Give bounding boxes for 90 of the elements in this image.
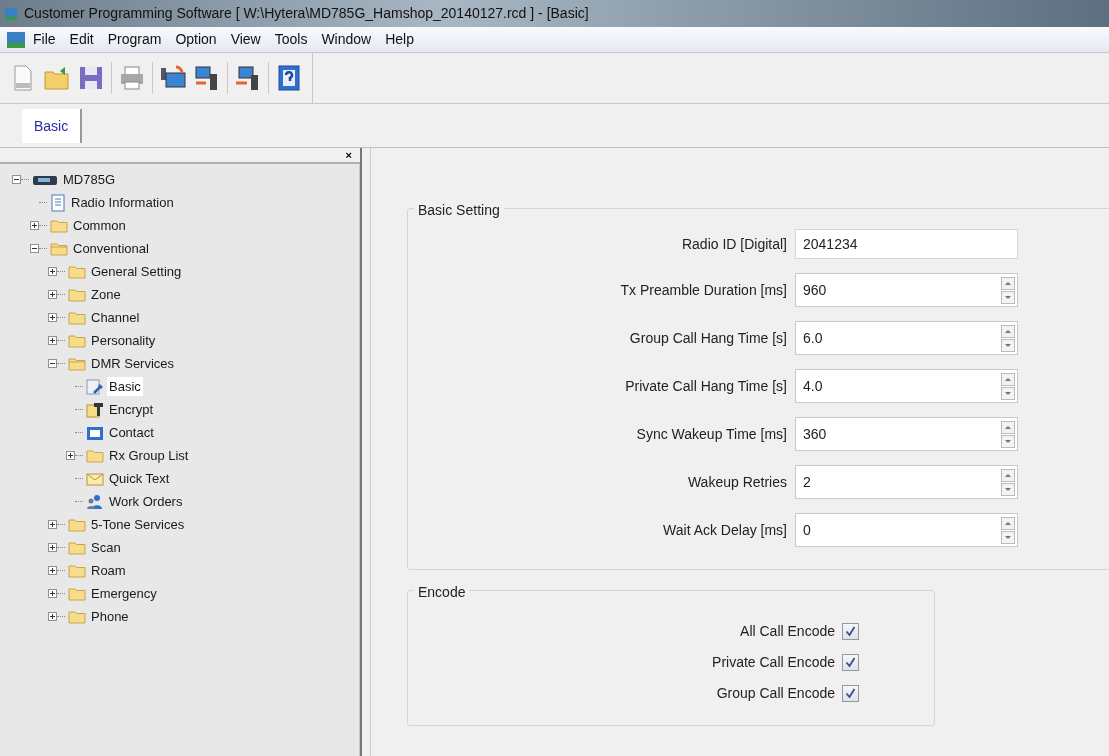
expand-toggle[interactable] bbox=[30, 221, 39, 230]
contact-card-icon bbox=[86, 424, 104, 441]
field-label: Wakeup Retries bbox=[687, 472, 787, 492]
app-icon bbox=[4, 6, 18, 21]
tree-item[interactable]: General Setting bbox=[89, 261, 184, 282]
collapse-toggle[interactable] bbox=[30, 244, 39, 253]
folder-icon bbox=[68, 563, 86, 578]
menu-item[interactable]: View bbox=[223, 29, 268, 50]
expand-toggle[interactable] bbox=[48, 290, 57, 299]
text-field[interactable]: 2041234 bbox=[795, 229, 1018, 259]
checkbox-label: Group Call Encode bbox=[716, 684, 835, 703]
radio-device-icon bbox=[32, 173, 58, 186]
menu-item[interactable]: Help bbox=[378, 29, 421, 50]
tree-item[interactable]: Contact bbox=[107, 422, 156, 443]
field-label: Tx Preamble Duration [ms] bbox=[620, 280, 787, 300]
menu-item[interactable]: File bbox=[26, 29, 63, 50]
tree-item[interactable]: Radio Information bbox=[69, 192, 176, 213]
people-icon bbox=[86, 493, 104, 510]
open-folder-icon bbox=[68, 356, 86, 371]
tree-item[interactable]: Common bbox=[71, 215, 128, 236]
checkbox-label: Private Call Encode bbox=[712, 653, 835, 672]
field-label: Sync Wakeup Time [ms] bbox=[636, 424, 787, 444]
folder-icon bbox=[68, 264, 86, 279]
document-wrench-icon bbox=[86, 378, 104, 395]
tree-item[interactable]: MD785G bbox=[61, 169, 118, 190]
menu-item[interactable]: Program bbox=[100, 29, 169, 50]
spin-box[interactable]: 6.0 bbox=[795, 321, 1018, 355]
collapse-toggle[interactable] bbox=[48, 359, 57, 368]
folder-icon bbox=[68, 310, 86, 325]
field-label: Group Call Hang Time [s] bbox=[629, 328, 787, 348]
tree-item[interactable]: Basic bbox=[107, 376, 143, 397]
spin-box[interactable]: 2 bbox=[795, 465, 1018, 499]
folder-icon bbox=[68, 609, 86, 624]
tree-item[interactable]: Work Orders bbox=[107, 491, 185, 512]
document-tab[interactable]: Basic bbox=[22, 109, 83, 143]
app-icon bbox=[6, 30, 26, 49]
tree-item[interactable]: 5-Tone Services bbox=[89, 514, 187, 535]
tree-item[interactable]: Conventional bbox=[71, 238, 151, 259]
expand-toggle[interactable] bbox=[48, 612, 57, 621]
folder-icon bbox=[50, 218, 68, 233]
expand-toggle[interactable] bbox=[48, 589, 57, 598]
spin-box[interactable]: 960 bbox=[795, 273, 1018, 307]
tree-item[interactable]: Rx Group List bbox=[107, 445, 191, 466]
tree-item[interactable]: Zone bbox=[89, 284, 123, 305]
expand-toggle[interactable] bbox=[48, 520, 57, 529]
tree-item[interactable]: Personality bbox=[89, 330, 158, 351]
folder-icon bbox=[68, 586, 86, 601]
close-pane-button[interactable]: × bbox=[345, 149, 352, 161]
tree-item[interactable]: Encrypt bbox=[107, 399, 156, 420]
folder-icon bbox=[68, 333, 86, 348]
checkbox[interactable] bbox=[842, 685, 859, 702]
field-label: Wait Ack Delay [ms] bbox=[663, 520, 787, 540]
folder-icon bbox=[68, 540, 86, 555]
checkbox-label: All Call Encode bbox=[740, 622, 835, 641]
check-icon bbox=[845, 657, 856, 668]
tree-item[interactable]: Scan bbox=[89, 537, 123, 558]
window-title: Customer Programming Software [ W:\Hytera\MD785G_Hamshop_20140127.rcd ] - [Basic] bbox=[24, 4, 589, 23]
key-document-icon bbox=[86, 401, 104, 418]
expand-toggle[interactable] bbox=[48, 566, 57, 575]
folder-icon bbox=[68, 287, 86, 302]
tree-item[interactable]: Channel bbox=[89, 307, 142, 328]
document-icon bbox=[50, 193, 66, 212]
checkbox[interactable] bbox=[842, 654, 859, 671]
tree-item[interactable]: Emergency bbox=[89, 583, 159, 604]
check-icon bbox=[845, 688, 856, 699]
field-label: Radio ID [Digital] bbox=[681, 234, 787, 254]
menu-item[interactable]: Tools bbox=[267, 29, 315, 50]
expand-toggle[interactable] bbox=[48, 336, 57, 345]
menu-item[interactable]: Edit bbox=[62, 29, 101, 50]
collapse-toggle[interactable] bbox=[12, 175, 21, 184]
menu-item[interactable]: Option bbox=[168, 29, 224, 50]
folder-icon bbox=[86, 448, 104, 463]
spin-box[interactable]: 4.0 bbox=[795, 369, 1018, 403]
folder-icon bbox=[68, 517, 86, 532]
checkbox[interactable] bbox=[842, 623, 859, 640]
menu-item[interactable]: Window bbox=[314, 29, 379, 50]
expand-toggle[interactable] bbox=[66, 451, 75, 460]
envelope-icon bbox=[86, 471, 104, 486]
tree-item[interactable]: Roam bbox=[89, 560, 128, 581]
expand-toggle[interactable] bbox=[48, 267, 57, 276]
tree-item[interactable]: Quick Text bbox=[107, 468, 172, 489]
tree-item[interactable]: DMR Services bbox=[89, 353, 177, 374]
tree-item[interactable]: Phone bbox=[89, 606, 131, 627]
spin-box[interactable]: 360 bbox=[795, 417, 1018, 451]
spin-box[interactable]: 0 bbox=[795, 513, 1018, 547]
check-icon bbox=[845, 626, 856, 637]
field-label: Private Call Hang Time [s] bbox=[625, 376, 787, 396]
expand-toggle[interactable] bbox=[48, 543, 57, 552]
expand-toggle[interactable] bbox=[48, 313, 57, 322]
open-folder-icon bbox=[50, 241, 68, 256]
